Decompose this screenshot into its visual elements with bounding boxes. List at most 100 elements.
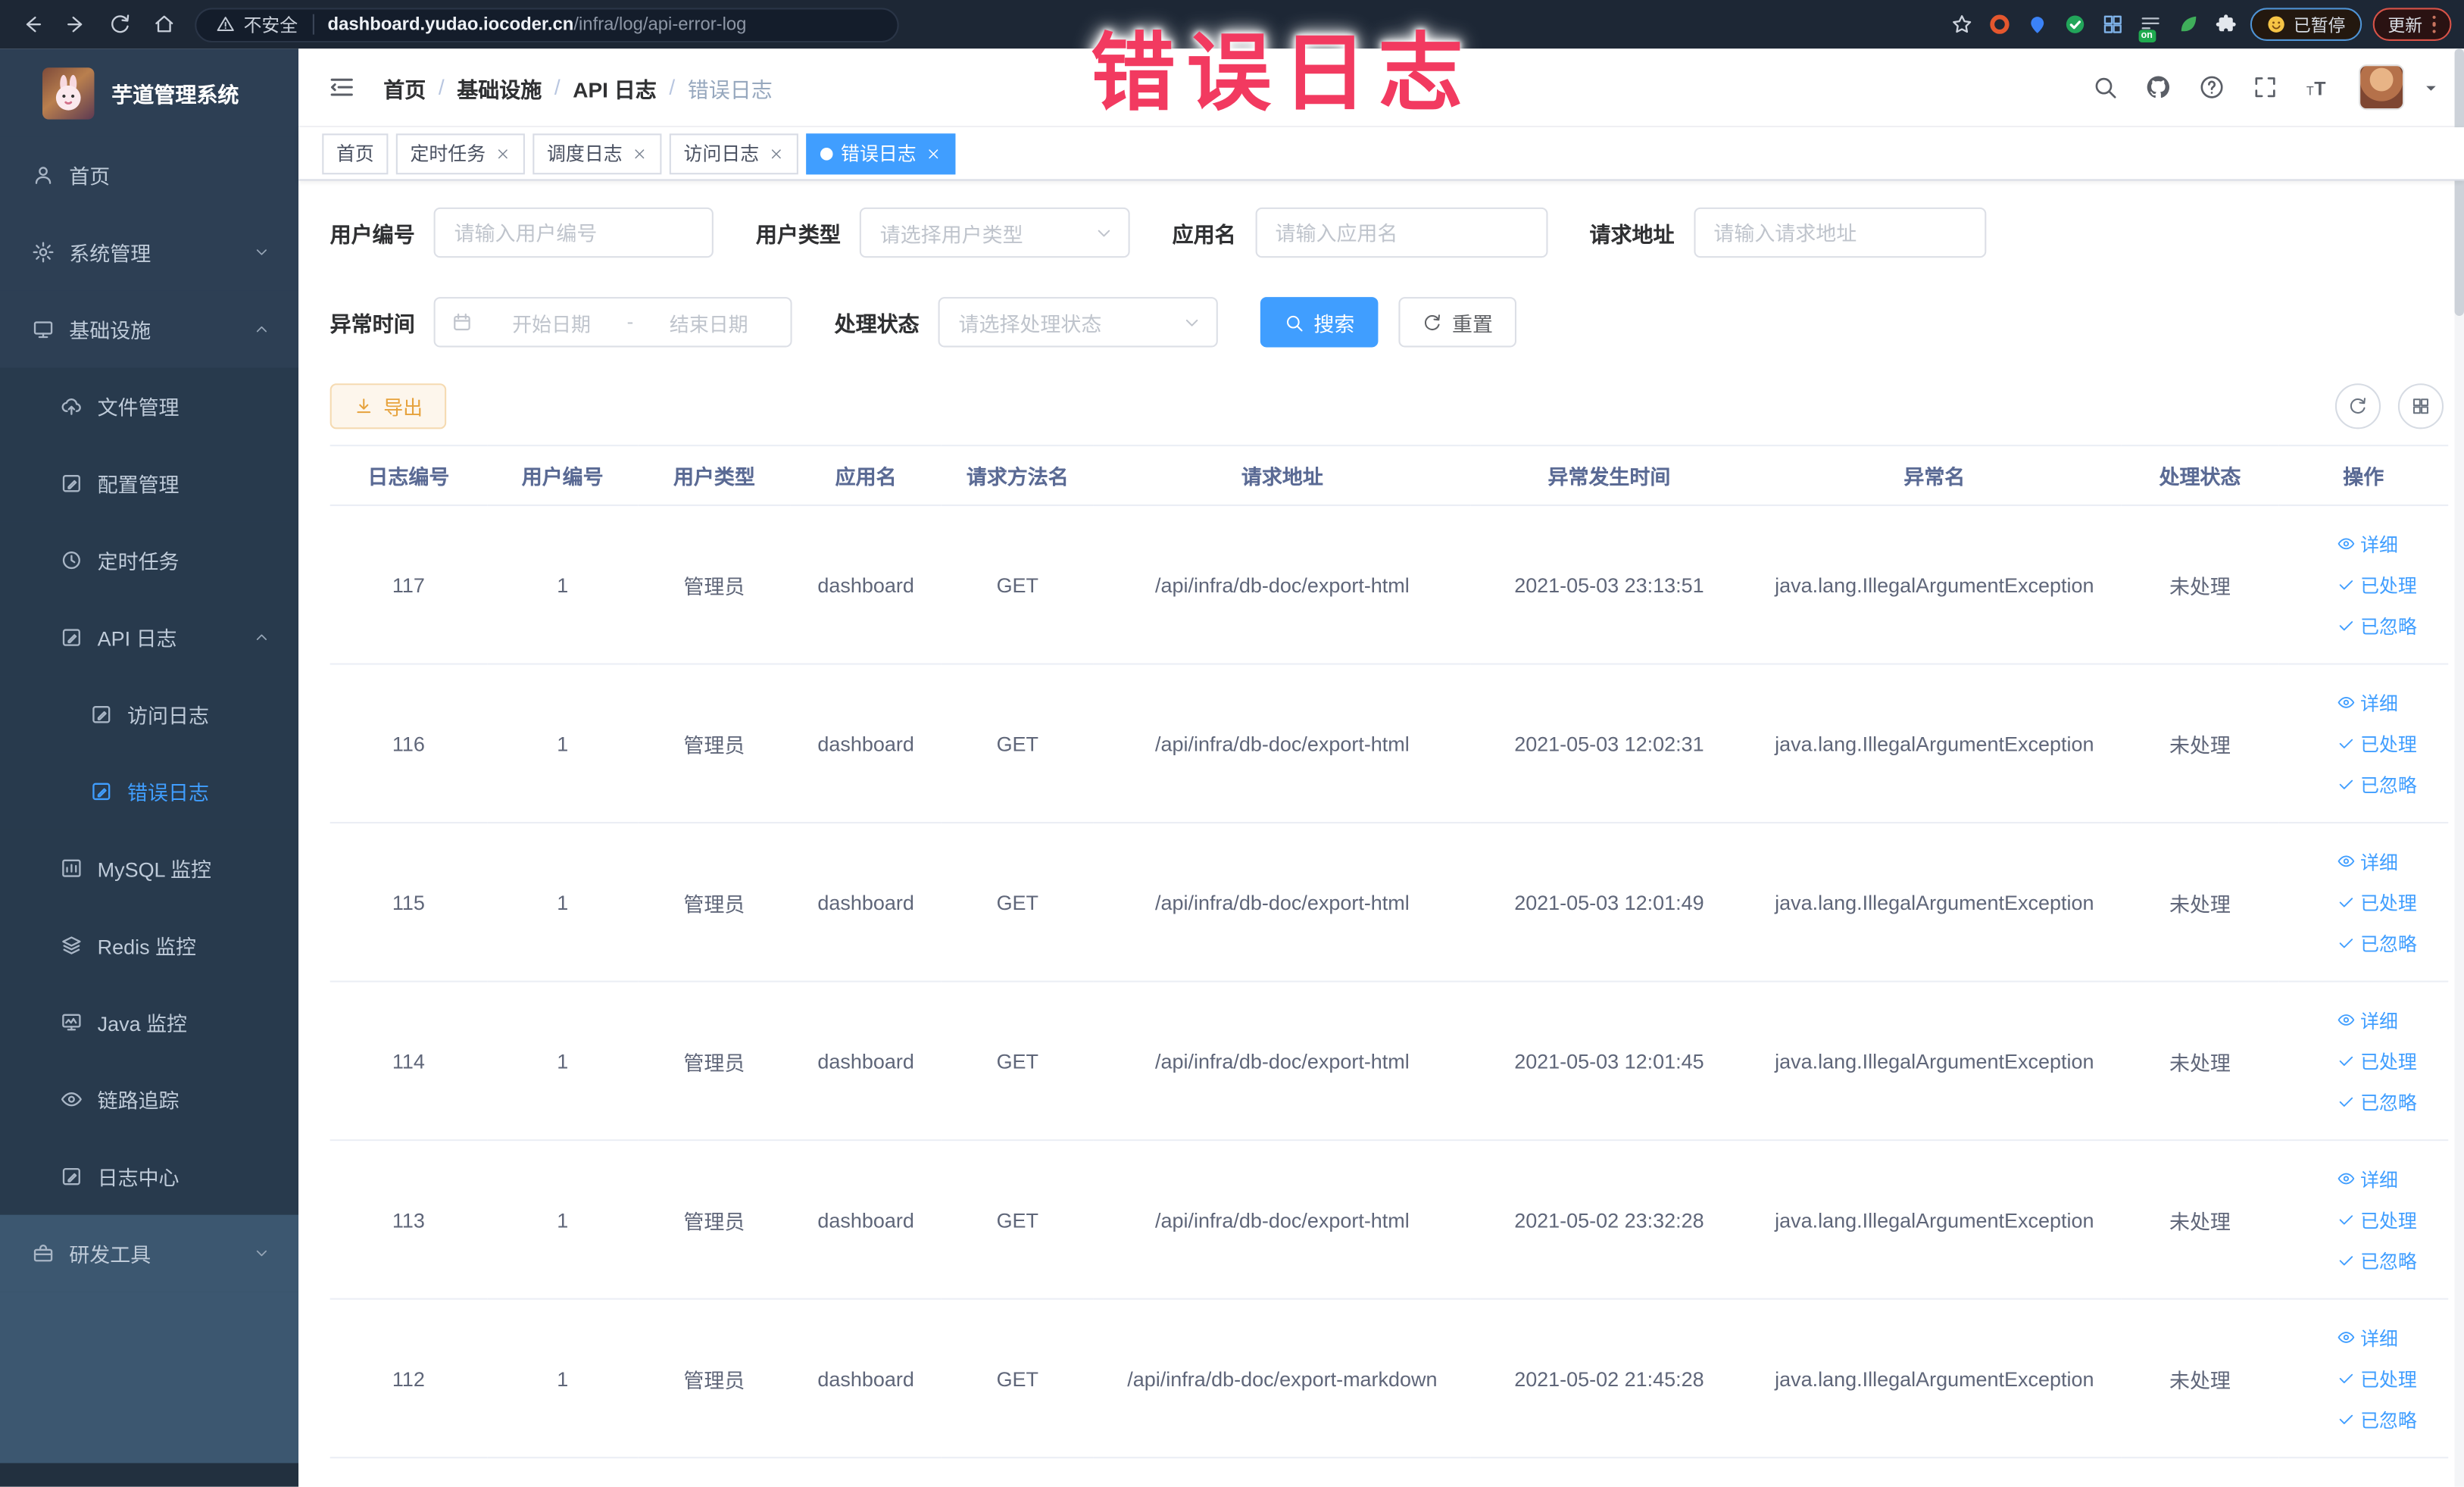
scrollbar-thumb[interactable]: [2454, 48, 2464, 316]
cell-user_type: 管理员: [638, 505, 791, 665]
person-icon: [31, 164, 55, 187]
ring-extension-icon[interactable]: [1985, 11, 2012, 38]
close-icon[interactable]: [926, 145, 942, 161]
sidebar-item-文件管理[interactable]: 文件管理: [0, 367, 299, 445]
reset-button[interactable]: 重置: [1398, 297, 1517, 348]
avatar[interactable]: [2359, 64, 2405, 111]
refresh-table-button[interactable]: [2334, 383, 2381, 430]
cell-operations: 详细 已处理 已忽略: [2278, 981, 2449, 1142]
breadcrumb-item-首页[interactable]: 首页: [383, 71, 426, 102]
cell-exception: java.lang.IllegalArgumentException: [1747, 823, 2122, 982]
star-extension-icon[interactable]: [1947, 11, 1974, 38]
action-详细[interactable]: 详细: [2337, 689, 2398, 716]
fullscreen-icon[interactable]: [2252, 74, 2278, 101]
grid4-extension-icon[interactable]: [2099, 11, 2125, 38]
action-已忽略[interactable]: 已忽略: [2337, 771, 2417, 798]
text-size-icon[interactable]: TT: [2305, 74, 2331, 101]
action-已忽略[interactable]: 已忽略: [2337, 1089, 2417, 1115]
back-icon[interactable]: [13, 5, 51, 43]
puzzle-extension-icon[interactable]: [2212, 11, 2238, 38]
update-button[interactable]: 更新: [2372, 8, 2452, 41]
action-已处理[interactable]: 已处理: [2337, 571, 2417, 598]
sidebar-item-链路追踪[interactable]: 链路追踪: [0, 1061, 299, 1139]
breadcrumb-item-基础设施[interactable]: 基础设施: [457, 71, 542, 102]
sidebar-filler: [0, 1292, 299, 1464]
breadcrumb-item-API-日志[interactable]: API 日志: [573, 71, 657, 102]
action-已忽略[interactable]: 已忽略: [2337, 1247, 2417, 1273]
export-button[interactable]: 导出: [329, 383, 447, 430]
action-label: 详细: [2360, 1168, 2398, 1191]
user-id-input[interactable]: [433, 207, 714, 258]
page-scrollbar[interactable]: [2454, 48, 2464, 1487]
action-详细[interactable]: 详细: [2337, 1007, 2398, 1033]
action-已处理[interactable]: 已处理: [2337, 1365, 2417, 1392]
cell-app: dashboard: [790, 664, 942, 824]
action-已处理[interactable]: 已处理: [2337, 730, 2417, 757]
app-name-input[interactable]: [1254, 207, 1547, 258]
action-已处理[interactable]: 已处理: [2337, 1206, 2417, 1232]
cell-user_id: 1: [487, 664, 639, 824]
action-label: 已忽略: [2360, 773, 2417, 796]
action-详细[interactable]: 详细: [2337, 530, 2398, 557]
action-已处理[interactable]: 已处理: [2337, 1048, 2417, 1074]
action-详细[interactable]: 详细: [2337, 1324, 2398, 1351]
search-icon[interactable]: [2091, 74, 2118, 101]
cell-exception: java.lang.IllegalArgumentException: [1747, 1140, 2122, 1300]
tab-调度日志[interactable]: 调度日志: [532, 133, 662, 174]
paused-extension-badge[interactable]: 已暂停: [2249, 8, 2362, 41]
exception-time-range-picker[interactable]: 开始日期 - 结束日期: [433, 297, 792, 348]
tab-定时任务[interactable]: 定时任务: [395, 133, 525, 174]
home-icon[interactable]: [145, 5, 183, 43]
caret-down-icon[interactable]: [2422, 78, 2441, 97]
refresh-icon: [1422, 312, 1443, 333]
action-已忽略[interactable]: 已忽略: [2337, 929, 2417, 956]
sidebar-item-定时任务[interactable]: 定时任务: [0, 521, 299, 599]
action-已忽略[interactable]: 已忽略: [2337, 1406, 2417, 1432]
sidebar-item-访问日志[interactable]: 访问日志: [0, 676, 299, 753]
close-icon[interactable]: [632, 145, 648, 161]
request-url-input[interactable]: [1693, 207, 1986, 258]
hamburger-icon[interactable]: [327, 72, 357, 102]
column-header-处理状态: 处理状态: [2121, 445, 2279, 507]
sidebar-item-系统管理[interactable]: 系统管理: [0, 214, 299, 291]
close-icon[interactable]: [495, 145, 511, 161]
tab-访问日志[interactable]: 访问日志: [669, 133, 799, 174]
sidebar-item-基础设施[interactable]: 基础设施: [0, 290, 299, 368]
check-circle-extension-icon[interactable]: [2061, 11, 2088, 38]
process-status-select[interactable]: 请选择处理状态: [938, 297, 1218, 348]
action-已忽略[interactable]: 已忽略: [2337, 612, 2417, 639]
list-on-extension-icon[interactable]: on: [2136, 11, 2163, 43]
sidebar-item-MySQL-监控[interactable]: MySQL 监控: [0, 829, 299, 908]
search-button[interactable]: 搜索: [1260, 297, 1379, 348]
column-settings-button[interactable]: [2397, 383, 2444, 430]
help-icon[interactable]: [2198, 74, 2225, 101]
sidebar-item-日志中心[interactable]: 日志中心: [0, 1138, 299, 1215]
action-详细[interactable]: 详细: [2337, 1165, 2398, 1192]
menu-dots-icon[interactable]: [2431, 15, 2436, 34]
check-icon: [2337, 616, 2356, 635]
address-bar[interactable]: 不安全 dashboard.yudao.iocoder.cn/infra/log…: [195, 7, 899, 42]
cell-app: dashboard: [790, 505, 942, 665]
reload-icon[interactable]: [101, 5, 139, 43]
action-详细[interactable]: 详细: [2337, 848, 2398, 874]
sidebar-item-配置管理[interactable]: 配置管理: [0, 445, 299, 522]
forward-icon[interactable]: [57, 5, 95, 43]
app-logo[interactable]: 芋道管理系统: [0, 48, 298, 136]
user-type-select[interactable]: 请选择用户类型: [859, 207, 1130, 258]
sidebar-item-研发工具[interactable]: 研发工具: [0, 1214, 299, 1292]
pin-extension-icon[interactable]: [2023, 11, 2050, 38]
leaf-extension-icon[interactable]: [2174, 11, 2200, 38]
github-icon[interactable]: [2145, 74, 2172, 101]
sidebar-item-首页[interactable]: 首页: [0, 136, 299, 214]
sidebar-item-错误日志[interactable]: 错误日志: [0, 752, 299, 830]
browser-nav: [13, 5, 189, 43]
sidebar-item-Java-监控[interactable]: Java 监控: [0, 983, 299, 1061]
sidebar-item-API-日志[interactable]: API 日志: [0, 598, 299, 676]
user-type-label: 用户类型: [755, 223, 841, 247]
breadcrumb-separator: /: [554, 75, 561, 99]
tab-首页[interactable]: 首页: [322, 133, 389, 174]
sidebar-item-Redis-监控[interactable]: Redis 监控: [0, 907, 299, 984]
action-已处理[interactable]: 已处理: [2337, 889, 2417, 915]
tab-错误日志[interactable]: 错误日志: [806, 133, 956, 174]
close-icon[interactable]: [769, 145, 785, 161]
